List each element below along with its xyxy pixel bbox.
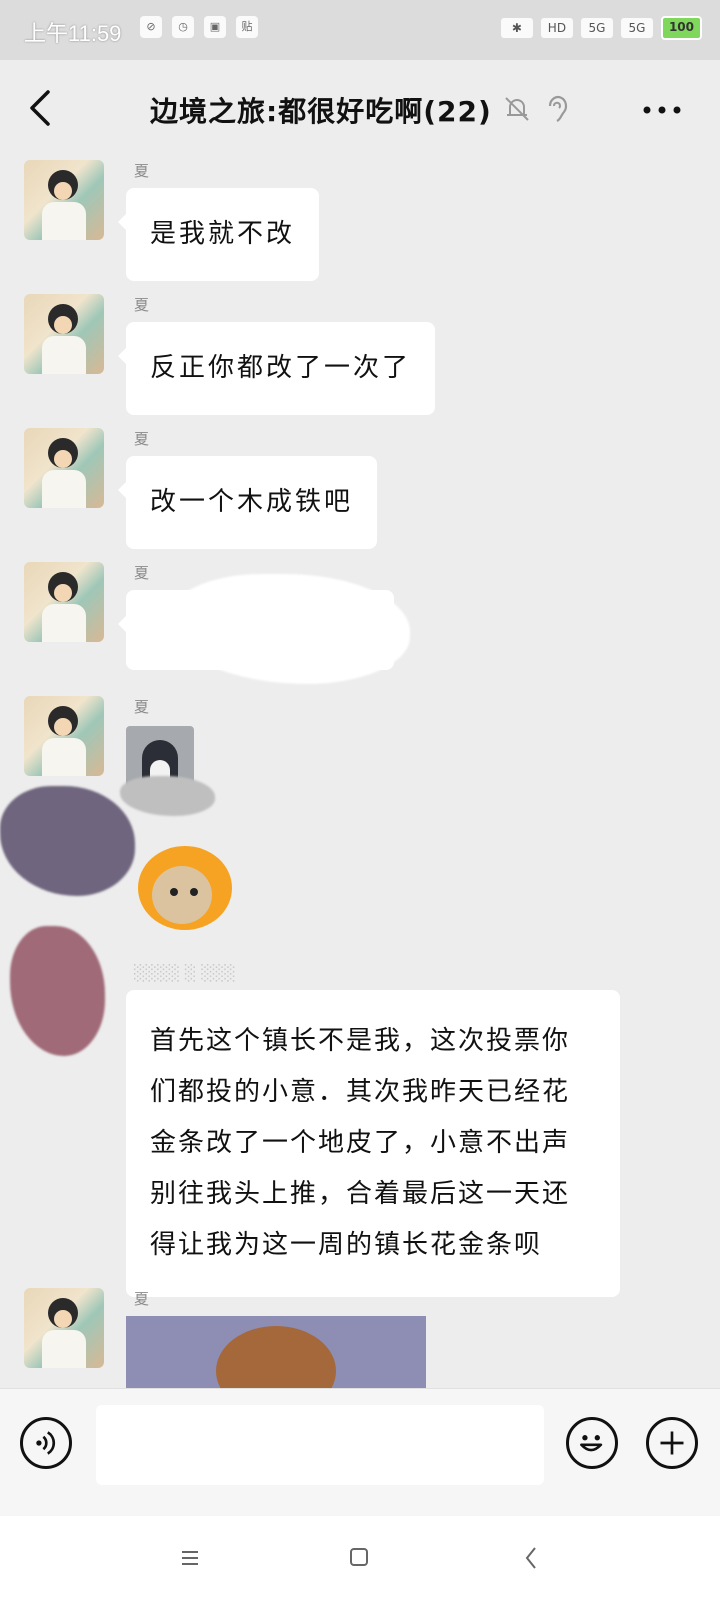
redaction-mark [0, 786, 135, 896]
sticky-icon: 贴 [236, 16, 258, 38]
redaction-mark [10, 926, 105, 1056]
sender-name: 夏 [134, 430, 150, 448]
redacted-sender-name: ░░░░ ░ ░░░ [134, 964, 236, 982]
menu-icon[interactable] [180, 1550, 200, 1566]
signal-5g-icon: 5G [580, 18, 613, 38]
ear-icon [548, 95, 568, 122]
message-line: 金条改了一个地皮了，小意不出声 [150, 1128, 571, 1158]
avatar[interactable] [24, 562, 104, 642]
message-bubble[interactable]: 改一个木成铁吧 [117, 456, 378, 550]
wifi-off-icon: ⊘ [140, 16, 162, 38]
battery-icon: 100 [660, 16, 702, 40]
plus-icon[interactable] [646, 1417, 698, 1469]
sender-name: 夏 [134, 698, 150, 716]
emoji-icon[interactable] [566, 1417, 618, 1469]
input-bar [0, 1388, 720, 1517]
message-bubble[interactable]: 是我就不改 [117, 188, 320, 282]
message-input[interactable] [96, 1405, 544, 1485]
back-icon[interactable] [524, 1546, 538, 1570]
status-icons-left: ⊘ ◷ ▣ 贴 [140, 16, 258, 38]
sender-name: 夏 [134, 564, 150, 582]
back-arrow-icon[interactable] [26, 88, 56, 128]
message-line: 首先这个镇长不是我，这次投票你 [150, 1026, 571, 1056]
status-time: 上午11:59 [24, 21, 122, 46]
hd-icon: HD [540, 18, 573, 38]
message-bubble-long[interactable]: 首先这个镇长不是我，这次投票你 们都投的小意．其次我昨天已经花 金条改了一个地皮… [126, 990, 620, 1297]
message-line: 们都投的小意．其次我昨天已经花 [150, 1077, 571, 1107]
message-line: 别往我头上推，合着最后这一天还 [150, 1179, 571, 1209]
avatar[interactable] [24, 1288, 104, 1368]
voice-input-icon[interactable] [20, 1417, 72, 1469]
image-message[interactable] [126, 1316, 426, 1388]
message-line: 得让我为这一周的镇长花金条呗 [150, 1230, 543, 1260]
chat-area[interactable]: 夏 是我就不改 夏 反正你都改了一次了 夏 改一个木成铁吧 夏 夏 ░░░░ ░… [0, 156, 720, 1388]
chat-header: 边境之旅:都很好吃啊(22) [0, 60, 720, 156]
status-icons-right: ✱ HD 5G 5G 100 [500, 16, 702, 40]
bluetooth-icon: ✱ [500, 18, 533, 38]
home-icon[interactable] [350, 1548, 368, 1566]
avatar[interactable] [24, 160, 104, 240]
status-bar: 上午11:59 ⊘ ◷ ▣ 贴 ✱ HD 5G 5G 100 [0, 0, 720, 60]
avatar[interactable] [24, 696, 104, 776]
app-icon: ▣ [204, 16, 226, 38]
redaction-mark [120, 776, 215, 816]
mute-bell-icon [505, 97, 529, 121]
more-options-icon[interactable] [642, 104, 682, 116]
sender-name: 夏 [134, 296, 150, 314]
alarm-icon: ◷ [172, 16, 194, 38]
signal-5g-2-icon: 5G [620, 18, 653, 38]
sender-name: 夏 [134, 162, 150, 180]
cat-orange-sticker[interactable] [134, 846, 234, 936]
system-nav-bar [0, 1516, 720, 1601]
sender-name: 夏 [134, 1290, 150, 1308]
message-bubble[interactable]: 反正你都改了一次了 [117, 322, 436, 416]
avatar[interactable] [24, 294, 104, 374]
chat-title: 边境之旅:都很好吃啊(22) [150, 95, 492, 128]
avatar[interactable] [24, 428, 104, 508]
